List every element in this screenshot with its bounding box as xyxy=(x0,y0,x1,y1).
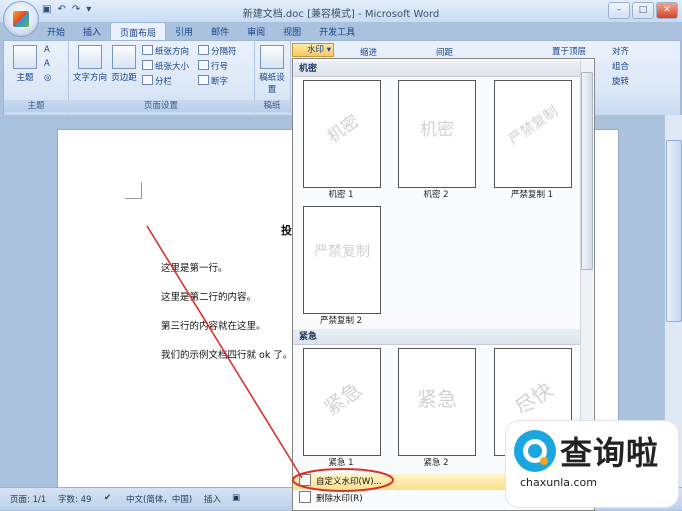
watermark-thumb-urgent-1[interactable]: 紧急 xyxy=(303,348,381,456)
crop-mark xyxy=(125,182,142,199)
breaks-button[interactable]: 分隔符 xyxy=(198,45,237,57)
watermark-thumb-nocopy-2[interactable]: 严禁复制 xyxy=(303,206,381,314)
hyphenation-icon xyxy=(198,75,209,85)
doc-line-2: 这里是第二行的内容。 xyxy=(161,292,257,303)
spacing-label: 间距 xyxy=(436,48,454,58)
rotate-button[interactable]: 旋转 xyxy=(612,75,629,87)
caption-urgent-1: 紧急 1 xyxy=(328,458,354,468)
theme-effects-button[interactable]: ◎ xyxy=(44,73,51,83)
caption-confidential-2: 机密 2 xyxy=(423,190,449,200)
status-page[interactable]: 页面: 1/1 xyxy=(10,493,46,505)
columns-icon xyxy=(142,75,153,85)
draft-group: 稿纸设置 稿纸 xyxy=(254,41,291,113)
group-button[interactable]: 组合 xyxy=(612,60,629,72)
breaks-icon xyxy=(198,45,209,55)
status-insert-mode[interactable]: 插入 xyxy=(204,493,221,505)
close-button[interactable]: ✕ xyxy=(656,2,678,19)
page-setup-group-label: 页面设置 xyxy=(68,100,254,112)
tab-review[interactable]: 审阅 xyxy=(238,22,274,40)
brand-url: chaxunla.com xyxy=(520,476,597,489)
watermark-thumb-nocopy-1[interactable]: 严禁复制 xyxy=(494,80,572,188)
tab-references[interactable]: 引用 xyxy=(166,22,202,40)
ribbon-tabs: 开始 插入 页面布局 引用 邮件 审阅 视图 开发工具 xyxy=(38,22,364,41)
watermark-button[interactable]: 水印 ▾ xyxy=(292,43,334,57)
status-language[interactable]: 中文(简体，中国) xyxy=(126,493,192,505)
office-button[interactable] xyxy=(3,1,39,37)
tab-developer[interactable]: 开发工具 xyxy=(310,22,364,40)
caption-nocopy-2: 严禁复制 2 xyxy=(319,316,363,326)
watermark-thumb-confidential-2[interactable]: 机密 xyxy=(398,80,476,188)
line-numbers-button[interactable]: 行号 xyxy=(198,60,228,72)
hyphenation-button[interactable]: 断字 xyxy=(198,75,228,87)
text-direction-button[interactable]: 文字方向 xyxy=(72,45,108,83)
orientation-button[interactable]: 纸张方向 xyxy=(142,45,189,57)
brand-name: 查询啦 xyxy=(560,434,660,472)
gallery-scroll-thumb[interactable] xyxy=(581,72,593,270)
doc-line-1: 这里是第一行。 xyxy=(161,263,228,274)
custom-watermark-icon xyxy=(299,474,311,486)
themes-icon xyxy=(13,45,37,69)
proofing-icon[interactable]: ✔ xyxy=(104,493,111,503)
margins-button[interactable]: 页边距 xyxy=(110,45,138,83)
orientation-icon xyxy=(142,45,153,55)
doc-line-4: 我们的示例文档四行就 ok 了。 xyxy=(161,350,293,361)
window-controls: – □ ✕ xyxy=(608,2,678,19)
draft-icon xyxy=(260,45,284,69)
theme-fonts-button[interactable]: A xyxy=(44,59,50,69)
indent-label: 缩进 xyxy=(360,48,378,58)
margins-icon xyxy=(112,45,136,69)
draft-group-label: 稿纸 xyxy=(254,100,290,112)
page-setup-group: 文字方向 页边距 纸张方向 纸张大小 分栏 分隔符 行号 断字 页面设置 xyxy=(68,41,255,113)
window-title: 新建文档.doc [兼容模式] - Microsoft Word xyxy=(242,9,440,20)
maximize-button[interactable]: □ xyxy=(632,2,654,19)
section-header-confidential: 机密 xyxy=(293,61,581,77)
theme-colors-button[interactable]: A xyxy=(44,45,50,55)
vertical-scroll-thumb[interactable] xyxy=(666,140,682,322)
tab-mailings[interactable]: 邮件 xyxy=(202,22,238,40)
align-button[interactable]: 对齐 xyxy=(612,45,629,57)
tab-view[interactable]: 视图 xyxy=(274,22,310,40)
watermark-thumb-urgent-2[interactable]: 紧急 xyxy=(398,348,476,456)
bring-front-button[interactable]: 置于顶层 xyxy=(552,45,586,57)
tab-page-layout[interactable]: 页面布局 xyxy=(110,22,167,41)
doc-title-partial: 投 xyxy=(281,224,292,237)
tab-insert[interactable]: 插入 xyxy=(74,22,110,40)
text-direction-icon xyxy=(78,45,102,69)
themes-group-label: 主题 xyxy=(4,100,68,112)
doc-line-3: 第三行的内容就在这里。 xyxy=(161,321,266,332)
themes-button[interactable]: 主题 xyxy=(10,45,40,83)
status-words[interactable]: 字数: 49 xyxy=(58,493,91,505)
minimize-button[interactable]: – xyxy=(608,2,630,19)
draft-settings-button[interactable]: 稿纸设置 xyxy=(258,45,286,95)
caption-nocopy-1: 严禁复制 1 xyxy=(510,190,554,200)
line-numbers-icon xyxy=(198,60,209,70)
caption-confidential-1: 机密 1 xyxy=(328,190,354,200)
size-button[interactable]: 纸张大小 xyxy=(142,60,189,72)
themes-group: 主题 A A ◎ 主题 xyxy=(4,41,69,113)
remove-watermark-icon xyxy=(299,491,311,503)
columns-button[interactable]: 分栏 xyxy=(142,75,172,87)
section-header-urgent: 紧急 xyxy=(293,329,581,345)
office-logo-icon xyxy=(13,11,29,27)
watermark-thumb-confidential-1[interactable]: 机密 xyxy=(303,80,381,188)
macro-record-icon[interactable]: ▣ xyxy=(232,493,240,503)
brand-logo-icon xyxy=(514,430,556,472)
size-icon xyxy=(142,60,153,70)
caption-urgent-2: 紧急 2 xyxy=(423,458,449,468)
tab-home[interactable]: 开始 xyxy=(38,22,74,40)
